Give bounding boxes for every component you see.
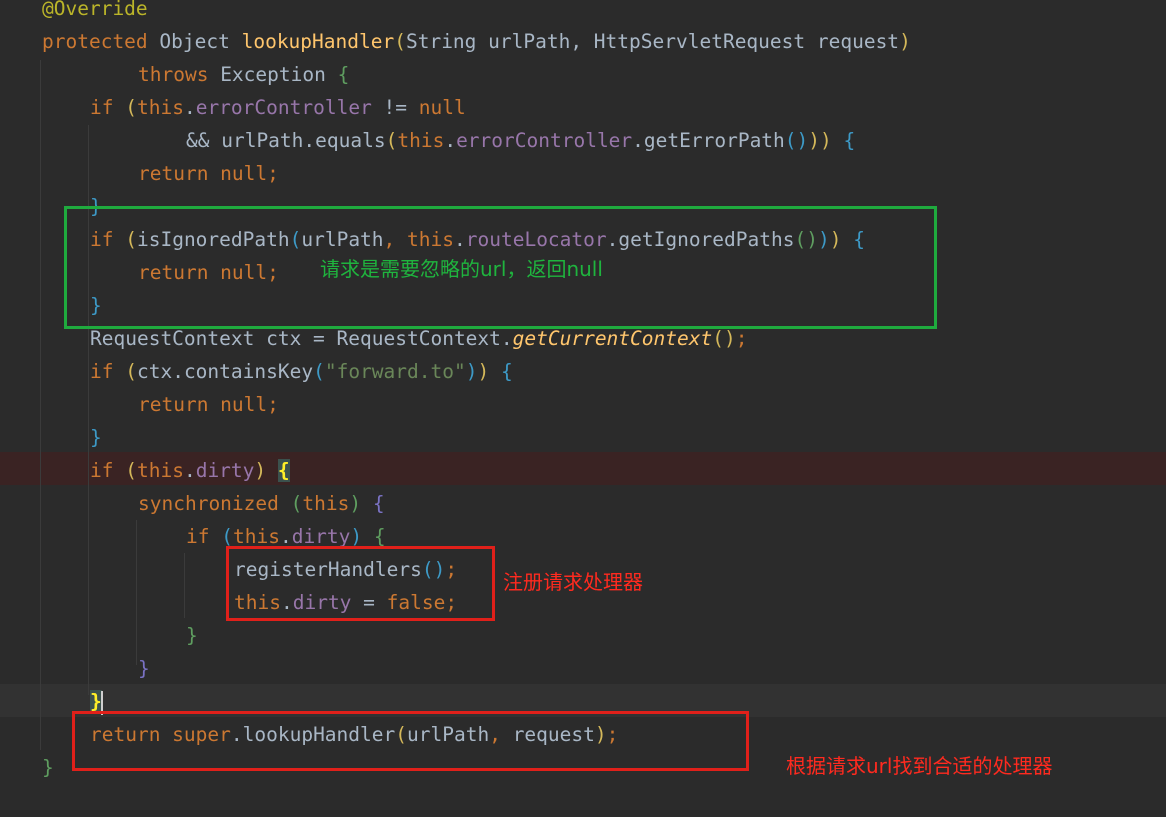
highlight-box-register-handlers: [226, 546, 495, 621]
method-call: .getErrorPath: [632, 129, 785, 152]
paren: ): [477, 360, 490, 383]
code-line-12[interactable]: if (ctx.containsKey("forward.to")) {: [0, 355, 513, 388]
expression: && urlPath.equals: [186, 129, 386, 152]
matched-brace: {: [277, 459, 290, 482]
code-line-6[interactable]: return null;: [0, 157, 279, 190]
paren: (): [712, 327, 736, 350]
brace: {: [337, 63, 350, 86]
keyword-this: this: [397, 129, 445, 152]
parameters: String urlPath, HttpServletRequest reque…: [405, 30, 900, 53]
field: dirty: [291, 525, 351, 548]
semicolon: ;: [267, 393, 279, 416]
code-line-13[interactable]: return null;: [0, 388, 279, 421]
exception-type: Exception: [208, 63, 338, 86]
return-type: Object: [147, 30, 242, 53]
keyword-null: null: [418, 96, 466, 119]
brace: {: [489, 360, 513, 383]
code-line-20[interactable]: }: [0, 619, 198, 652]
paren: ): [808, 129, 821, 152]
dot: .: [183, 459, 196, 482]
semicolon: ;: [735, 327, 748, 350]
note-lookup-handler: 根据请求url找到合适的处理器: [786, 754, 1053, 778]
paren: (: [290, 492, 303, 515]
dot: .: [444, 129, 457, 152]
keyword: if: [90, 96, 114, 119]
paren: ): [465, 360, 478, 383]
paren: (: [125, 96, 137, 119]
keyword: protected: [42, 30, 148, 53]
keyword-this: this: [136, 459, 184, 482]
code-line-21[interactable]: }: [0, 652, 150, 685]
paren: ): [350, 525, 363, 548]
paren: (: [125, 360, 137, 383]
keyword: return null: [138, 393, 268, 416]
operator: !=: [371, 96, 419, 119]
statement: RequestContext ctx = RequestContext.: [90, 327, 513, 350]
code-line-24[interactable]: }: [0, 751, 54, 784]
paren: (: [221, 525, 233, 548]
dot: .: [279, 525, 292, 548]
paren: (): [784, 129, 809, 152]
string-literal: "forward.to": [324, 360, 466, 383]
brace: {: [362, 525, 386, 548]
keyword: if: [90, 360, 114, 383]
code-line-15[interactable]: if (this.dirty) {: [0, 454, 290, 487]
method-call: ctx.containsKey: [136, 360, 314, 383]
keyword: throws: [138, 63, 209, 86]
highlight-box-lookup-handler: [72, 711, 749, 771]
code-line-5[interactable]: && urlPath.equals(this.errorController.g…: [0, 124, 855, 157]
code-line-1[interactable]: @Override: [0, 0, 148, 25]
paren: ): [899, 30, 911, 53]
brace: }: [138, 657, 150, 680]
paren: ): [254, 459, 267, 482]
field: errorController: [195, 96, 372, 119]
brace: {: [361, 492, 385, 515]
keyword-this: this: [136, 96, 184, 119]
keyword: if: [186, 525, 210, 548]
keyword: if: [90, 459, 114, 482]
keyword-this: this: [302, 492, 350, 515]
keyword-this: this: [232, 525, 280, 548]
paren: ): [820, 129, 832, 152]
brace: }: [42, 756, 54, 779]
brace: }: [186, 624, 198, 647]
field: dirty: [195, 459, 255, 482]
keyword: synchronized: [138, 492, 279, 515]
paren: (: [394, 30, 406, 53]
code-line-2[interactable]: protected Object lookupHandler(String ur…: [0, 25, 911, 58]
code-editor[interactable]: @Override protected Object lookupHandler…: [0, 0, 1166, 817]
keyword: return null: [138, 162, 268, 185]
code-line-14[interactable]: }: [0, 421, 102, 454]
code-line-3[interactable]: throws Exception {: [0, 58, 349, 91]
brace: {: [831, 129, 856, 152]
semicolon: ;: [267, 162, 279, 185]
code-line-16[interactable]: synchronized (this) {: [0, 487, 385, 520]
dot: .: [183, 96, 196, 119]
paren: (: [313, 360, 325, 383]
paren: (: [385, 129, 398, 152]
annotation: @Override: [42, 0, 148, 20]
method-call: getCurrentContext: [512, 327, 713, 350]
paren: ): [349, 492, 362, 515]
code-line-4[interactable]: if (this.errorController != null: [0, 91, 466, 124]
method-name: lookupHandler: [241, 30, 395, 53]
field: errorController: [456, 129, 633, 152]
note-register-handlers: 注册请求处理器: [503, 570, 643, 594]
brace: }: [90, 426, 102, 449]
note-ignored-path: 请求是需要忽略的url，返回null: [320, 257, 603, 281]
paren: (: [125, 459, 137, 482]
